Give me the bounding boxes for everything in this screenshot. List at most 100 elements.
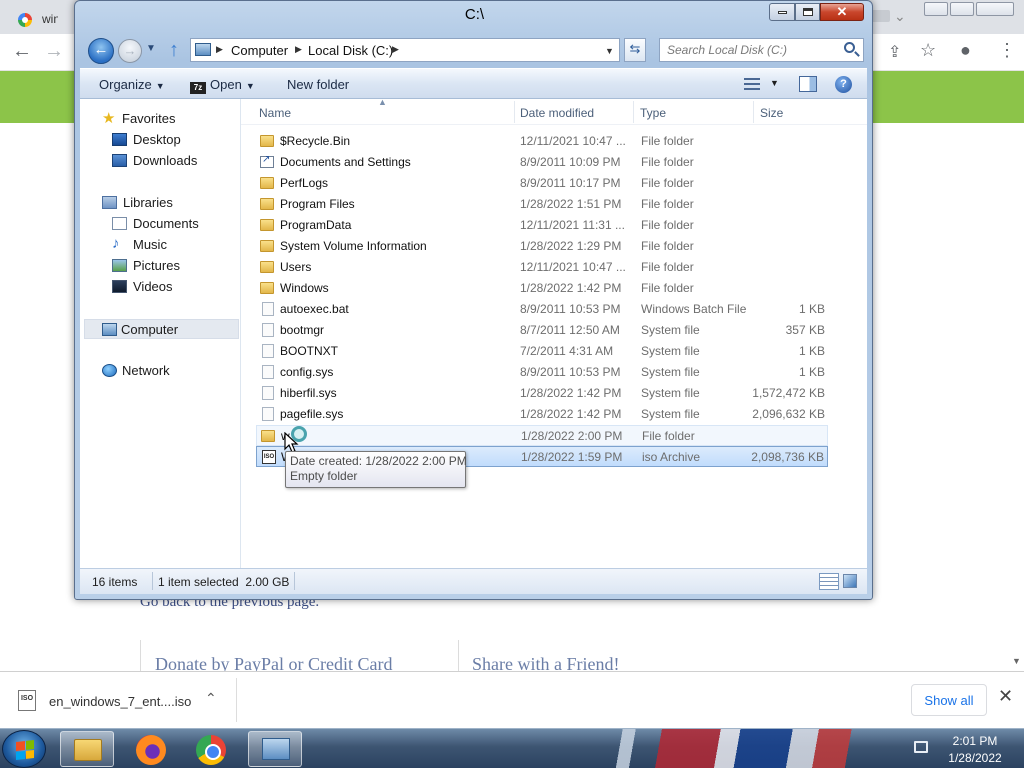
taskbar-explorer-button[interactable] — [60, 731, 114, 767]
breadcrumb-separator-icon[interactable]: ▶ — [392, 44, 399, 55]
profile-icon[interactable]: ● — [960, 40, 971, 61]
folder-icon — [260, 219, 274, 231]
close-button[interactable]: ✕ — [820, 3, 864, 21]
clock-time[interactable]: 2:01 PM — [942, 734, 1008, 748]
file-date: 1/28/2022 1:51 PM — [520, 197, 622, 211]
menu-icon[interactable]: ⋮ — [998, 40, 1016, 61]
file-type: System file — [641, 365, 700, 379]
file-row[interactable]: autoexec.bat 8/9/2011 10:53 PM Windows B… — [256, 299, 828, 320]
forward-arrow-icon[interactable]: → — [44, 40, 64, 63]
browser-tab[interactable]: windo — [0, 4, 58, 34]
file-row[interactable]: System Volume Information 1/28/2022 1:29… — [256, 236, 828, 257]
new-folder-button[interactable]: New folder — [287, 77, 349, 92]
large-icons-view-icon[interactable] — [843, 574, 857, 588]
file-row[interactable]: BOOTNXT 7/2/2011 4:31 AM System file 1 K… — [256, 341, 828, 362]
refresh-button[interactable]: ⇆ — [624, 38, 646, 62]
column-header-name[interactable]: Name — [259, 106, 291, 120]
chrome-icon — [196, 735, 226, 765]
nav-libraries[interactable]: Libraries — [102, 193, 173, 213]
column-divider[interactable] — [753, 101, 754, 123]
nav-desktop-label: Desktop — [133, 132, 181, 147]
show-all-button[interactable]: Show all — [911, 684, 987, 716]
close-icon[interactable]: ✕ — [998, 686, 1013, 707]
column-header-type[interactable]: Type — [640, 106, 666, 120]
file-row[interactable]: $Recycle.Bin 12/11/2021 10:47 ... File f… — [256, 131, 828, 152]
search-input[interactable] — [660, 39, 840, 61]
chevron-down-icon[interactable]: ▼ — [146, 43, 156, 54]
taskbar-computer-button[interactable] — [248, 731, 302, 767]
file-name: Windows — [280, 281, 329, 295]
address-bar[interactable]: ▶ Computer ▶ Local Disk (C:) ▶ ▼ — [190, 38, 620, 62]
search-icon[interactable] — [844, 42, 855, 53]
file-row[interactable]: ProgramData 12/11/2021 11:31 ... File fo… — [256, 215, 828, 236]
browser-close-button[interactable] — [976, 2, 1014, 16]
chevron-down-icon[interactable]: ⌄ — [894, 8, 906, 25]
chevron-down-icon[interactable]: ▼ — [770, 78, 779, 88]
views-icon[interactable] — [744, 78, 760, 90]
breadcrumb-separator-icon[interactable]: ▶ — [216, 44, 223, 55]
nav-documents[interactable]: Documents — [112, 214, 199, 234]
nav-desktop[interactable]: Desktop — [112, 130, 181, 150]
file-name: hiberfil.sys — [280, 386, 337, 400]
clock-date[interactable]: 1/28/2022 — [942, 751, 1008, 765]
help-icon[interactable]: ? — [835, 76, 852, 93]
scroll-down-arrow-icon[interactable]: ▼ — [1012, 656, 1021, 666]
maximize-button[interactable] — [795, 3, 820, 21]
column-header-size[interactable]: Size — [760, 106, 783, 120]
file-name: PerfLogs — [280, 176, 329, 190]
file-row[interactable]: bootmgr 8/7/2011 12:50 AM System file 35… — [256, 320, 828, 341]
file-size: 2,096,632 KB — [752, 407, 825, 421]
forward-arrow-icon[interactable]: → — [118, 39, 142, 63]
nav-favorites[interactable]: ★ Favorites — [102, 109, 175, 129]
star-icon[interactable]: ☆ — [920, 40, 936, 61]
file-row[interactable]: hiberfil.sys 1/28/2022 1:42 PM System fi… — [256, 383, 828, 404]
file-row[interactable]: pagefile.sys 1/28/2022 1:42 PM System fi… — [256, 404, 828, 425]
taskbar-firefox-button[interactable] — [124, 731, 178, 767]
chevron-down-icon[interactable]: ▼ — [605, 46, 614, 56]
computer-icon — [262, 738, 290, 760]
breadcrumb-separator-icon[interactable]: ▶ — [295, 44, 302, 55]
breadcrumb-computer[interactable]: Computer — [231, 43, 288, 58]
file-row[interactable]: Windows 1/28/2022 1:42 PM File folder — [256, 278, 828, 299]
nav-pictures[interactable]: Pictures — [112, 256, 180, 276]
up-arrow-icon[interactable]: ↑ — [169, 39, 179, 62]
breadcrumb-local-disk[interactable]: Local Disk (C:) — [308, 43, 393, 58]
folder-icon — [260, 177, 274, 189]
file-row[interactable]: config.sys 8/9/2011 10:53 PM System file… — [256, 362, 828, 383]
file-name: ProgramData — [280, 218, 352, 232]
tooltip-folder-state: Empty folder — [290, 469, 358, 483]
column-divider[interactable] — [514, 101, 515, 123]
preview-pane-icon[interactable] — [799, 76, 817, 92]
back-arrow-icon[interactable]: ← — [88, 38, 114, 64]
nav-music[interactable]: ♪ Music — [112, 235, 167, 255]
browser-minimize-button[interactable] — [924, 2, 948, 16]
chevron-up-icon[interactable]: ⌃ — [205, 690, 217, 707]
status-divider — [294, 572, 295, 590]
browser-restore-button[interactable] — [950, 2, 974, 16]
command-bar: Organize ▼ 7z Open ▼ New folder ▼ ? — [80, 68, 867, 99]
open-button[interactable]: 7z Open ▼ — [190, 77, 255, 94]
details-view-icon[interactable] — [819, 573, 839, 590]
file-row[interactable]: Program Files 1/28/2022 1:51 PM File fol… — [256, 194, 828, 215]
minimize-button[interactable] — [769, 3, 795, 21]
nav-computer[interactable]: Computer — [84, 319, 239, 339]
file-type: System file — [641, 323, 700, 337]
start-button[interactable] — [2, 730, 46, 768]
file-row[interactable]: PerfLogs 8/9/2011 10:17 PM File folder — [256, 173, 828, 194]
column-divider[interactable] — [633, 101, 634, 123]
nav-downloads[interactable]: Downloads — [112, 151, 197, 171]
column-header-date-modified[interactable]: Date modified — [520, 106, 594, 120]
download-filename[interactable]: en_windows_7_ent....iso — [49, 694, 191, 709]
window-title: C:\ — [464, 6, 485, 23]
windows-logo-icon — [16, 740, 34, 760]
organize-button[interactable]: Organize ▼ — [99, 77, 165, 92]
nav-videos[interactable]: Videos — [112, 277, 173, 297]
file-row-hovered[interactable]: w 1/28/2022 2:00 PM File folder — [256, 425, 828, 446]
network-tray-icon[interactable] — [914, 741, 928, 753]
file-row[interactable]: Documents and Settings 8/9/2011 10:09 PM… — [256, 152, 828, 173]
share-icon[interactable]: ⇪ — [888, 42, 901, 62]
taskbar-chrome-button[interactable] — [184, 731, 238, 767]
nav-network[interactable]: Network — [102, 361, 170, 381]
file-row[interactable]: Users 12/11/2021 10:47 ... File folder — [256, 257, 828, 278]
back-arrow-icon[interactable]: ← — [12, 40, 32, 63]
